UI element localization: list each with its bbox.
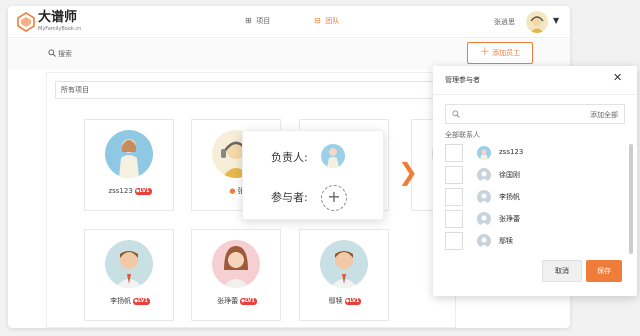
level-badge: ◆LV1: [134, 187, 152, 195]
nav-team-label: 团队: [325, 17, 340, 25]
member-card[interactable]: zss123 ◆LV1: [84, 119, 174, 211]
add-member-label: 添加员工: [492, 49, 521, 57]
contact-checkbox[interactable]: [445, 232, 463, 250]
divider: [433, 94, 637, 95]
team-icon: ⊟: [314, 16, 321, 25]
member-name: 鄢犊 ◆LV1: [328, 297, 362, 305]
logo-icon: [17, 12, 35, 32]
level-badge: ◆LV1: [240, 297, 257, 305]
scrollbar[interactable]: [629, 144, 633, 254]
avatar: [105, 130, 153, 178]
contact-name: 徐国刚: [499, 171, 520, 179]
avatar: [477, 212, 491, 226]
member-card[interactable]: 李扬帆 ◆LV1: [84, 229, 174, 321]
chevron-down-icon[interactable]: ▼: [553, 16, 559, 25]
avatar: [105, 240, 153, 288]
manage-participants-dialog: 管理参与者 ✕ 添加全部 全部联系人 zss123 徐国刚 李扬帆 张琤蕾 鄢犊…: [433, 66, 637, 296]
user-name: 张逍思: [494, 18, 515, 26]
avatar: [212, 240, 260, 288]
top-bar: 大谱师 MyFamilyBook.cn ⊞ 项目 ⊟ 团队 张逍思 ▼: [8, 6, 570, 38]
contact-name: 鄢犊: [499, 237, 513, 245]
member-name: 李扬帆 ◆LV1: [110, 297, 150, 305]
plus-icon: ＋: [479, 47, 490, 58]
search-icon: [452, 110, 460, 118]
search-label[interactable]: 搜索: [58, 49, 72, 59]
avatar: [477, 190, 491, 204]
member-card[interactable]: 鄢犊 ◆LV1: [299, 229, 389, 321]
user-icon: ●: [229, 187, 236, 195]
avatar: [320, 240, 368, 288]
contact-checkbox[interactable]: [445, 166, 463, 184]
toolbar: 搜索 ＋ 添加员工: [8, 39, 570, 69]
nav-projects-label: 项目: [256, 17, 271, 25]
user-avatar[interactable]: [526, 11, 548, 33]
project-filter[interactable]: 所有项目: [55, 81, 465, 99]
avatar: [477, 146, 491, 160]
chevron-right-icon: ❯: [398, 158, 419, 186]
contact-name: 李扬帆: [499, 193, 520, 201]
contact-checkbox[interactable]: [445, 188, 463, 206]
add-all-link[interactable]: 添加全部: [590, 110, 618, 120]
assign-popover: 负责人: 参与者: +: [242, 130, 384, 220]
member-card[interactable]: 张琤蕾 ◆LV1: [191, 229, 281, 321]
contact-row[interactable]: 鄢犊: [445, 232, 625, 250]
brand-title: 大谱师: [38, 10, 78, 25]
contact-row[interactable]: 张琤蕾: [445, 210, 625, 228]
cancel-button[interactable]: 取消: [542, 260, 582, 282]
level-badge: ◆LV1: [344, 297, 362, 305]
contacts-section-label: 全部联系人: [445, 131, 480, 139]
contact-name: zss123: [499, 148, 524, 156]
avatar: [477, 168, 491, 182]
member-name: zss123 ◆LV1: [108, 187, 152, 195]
grid-icon: ⊞: [245, 16, 252, 25]
owner-label: 负责人:: [271, 151, 308, 164]
participants-label: 参与者:: [271, 191, 308, 204]
close-icon[interactable]: ✕: [613, 71, 622, 84]
nav-projects[interactable]: ⊞ 项目: [245, 16, 270, 26]
contact-name: 张琤蕾: [499, 215, 520, 223]
nav-team[interactable]: ⊟ 团队: [314, 16, 339, 26]
save-button[interactable]: 保存: [586, 260, 622, 282]
search-icon: [48, 49, 56, 57]
contact-row[interactable]: 徐国刚: [445, 166, 625, 184]
level-badge: ◆LV1: [133, 297, 150, 305]
brand-subtitle: MyFamilyBook.cn: [38, 26, 82, 32]
dialog-title: 管理参与者: [445, 76, 480, 84]
add-member-button[interactable]: ＋ 添加员工: [467, 42, 533, 64]
contact-checkbox[interactable]: [445, 210, 463, 228]
contact-checkbox[interactable]: [445, 144, 463, 162]
add-participant-button[interactable]: +: [321, 185, 347, 211]
avatar: [477, 234, 491, 248]
contact-row[interactable]: zss123: [445, 144, 625, 162]
contact-row[interactable]: 李扬帆: [445, 188, 625, 206]
member-name: 张琤蕾 ◆LV1: [217, 297, 257, 305]
owner-avatar[interactable]: [321, 144, 345, 168]
contact-search-input[interactable]: 添加全部: [445, 104, 625, 124]
